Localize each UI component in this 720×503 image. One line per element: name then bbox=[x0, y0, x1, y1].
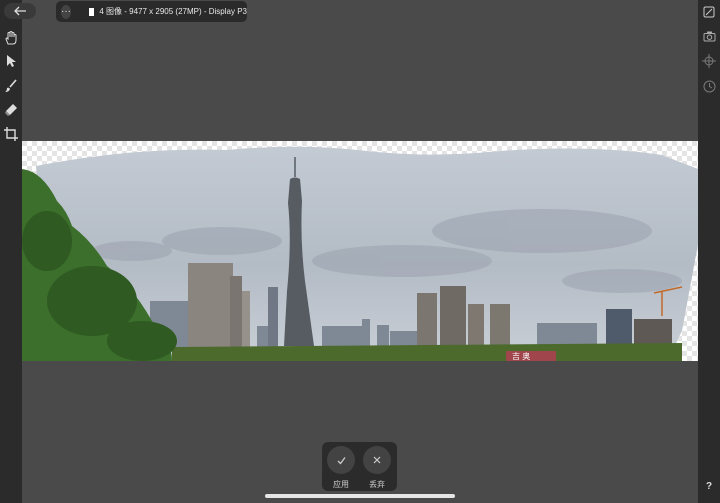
red-sign-text: 吉 奥 bbox=[512, 351, 530, 361]
document-info-panel: ··· 4 图像 - 9477 x 2905 (27MP) - Display … bbox=[56, 1, 247, 22]
panorama-canvas[interactable]: 吉 奥 bbox=[22, 141, 698, 361]
help-label: ? bbox=[705, 481, 713, 492]
crop-tool[interactable] bbox=[3, 126, 19, 142]
brush-tool[interactable] bbox=[3, 78, 19, 94]
edit-tool[interactable] bbox=[701, 4, 717, 20]
discard-label: 丢弃 bbox=[369, 480, 385, 489]
move-tool[interactable] bbox=[3, 53, 19, 69]
panorama-image: 吉 奥 bbox=[22, 141, 698, 361]
apply-button[interactable] bbox=[327, 446, 355, 474]
crosshair-tool[interactable] bbox=[701, 53, 717, 69]
hand-icon bbox=[5, 31, 17, 45]
apply-discard-panel: 应用 丢弃 bbox=[322, 442, 397, 491]
document-info: 4 图像 - 9477 x 2905 (27MP) - Display P3 bbox=[99, 7, 247, 16]
checkmark-icon bbox=[337, 456, 346, 464]
brush-icon bbox=[5, 79, 17, 92]
clock-icon bbox=[703, 80, 715, 92]
left-toolbar bbox=[0, 0, 22, 503]
history-tool[interactable] bbox=[701, 78, 717, 94]
crop-icon bbox=[4, 127, 18, 141]
help-button[interactable]: ? bbox=[703, 481, 715, 493]
camera-icon bbox=[703, 31, 715, 41]
discard-button[interactable] bbox=[363, 446, 391, 474]
apply-label: 应用 bbox=[333, 480, 349, 489]
pointer-arrow-icon bbox=[7, 55, 16, 67]
edit-square-icon bbox=[703, 6, 715, 18]
right-toolbar: ? bbox=[698, 0, 720, 503]
back-button[interactable] bbox=[4, 3, 36, 19]
eraser-tool[interactable] bbox=[3, 102, 19, 118]
home-indicator bbox=[265, 494, 455, 498]
document-thumbnail bbox=[89, 7, 95, 16]
hand-tool[interactable] bbox=[3, 30, 19, 46]
close-icon bbox=[373, 456, 381, 464]
eraser-icon bbox=[5, 104, 17, 116]
more-icon: ··· bbox=[61, 5, 71, 17]
more-button[interactable]: ··· bbox=[61, 4, 71, 19]
back-arrow-icon bbox=[14, 6, 26, 16]
camera-tool[interactable] bbox=[701, 28, 717, 44]
crosshair-icon bbox=[702, 54, 716, 68]
